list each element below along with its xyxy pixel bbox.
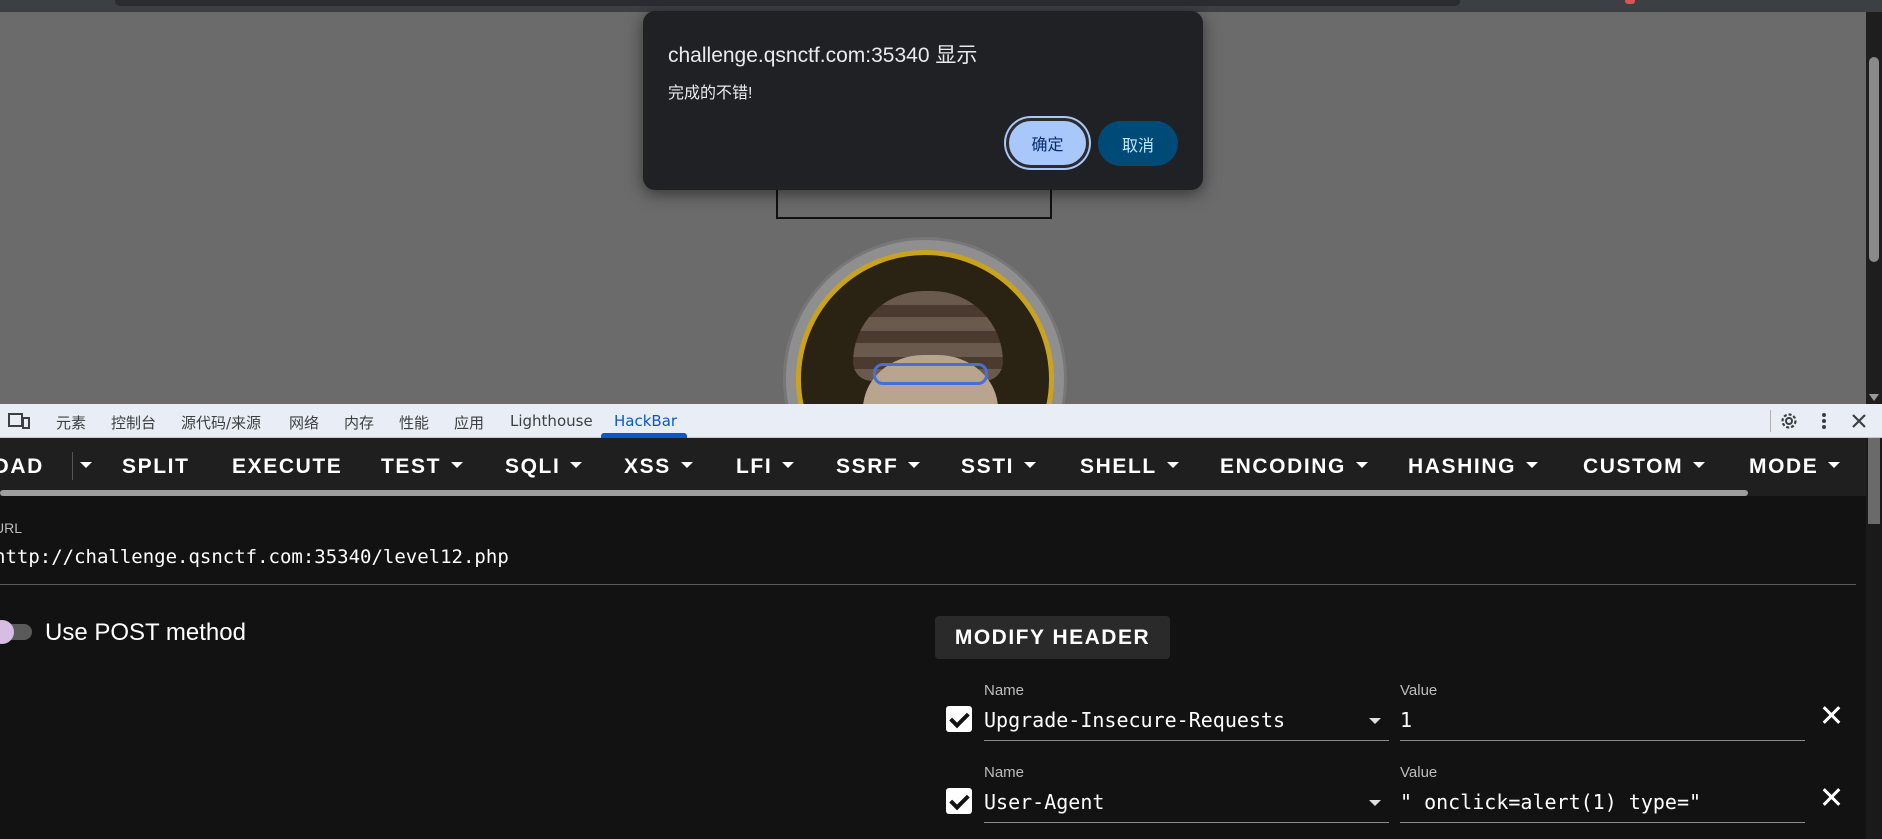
ssti-menu-button[interactable]: SSTI [961, 455, 1037, 479]
chevron-down-icon[interactable] [1369, 800, 1381, 806]
ok-button[interactable]: 确定 [1006, 118, 1089, 168]
chevron-down-icon [1526, 462, 1539, 469]
header-enabled-checkbox[interactable] [946, 788, 972, 814]
load-menu-button[interactable] [80, 455, 92, 479]
name-underline [984, 740, 1389, 741]
dialog-message: 完成的不错! [668, 85, 753, 102]
header-value-input[interactable]: 1 [1400, 708, 1412, 732]
post-method-toggle[interactable] [0, 620, 32, 644]
tab-elements[interactable]: 元素 [56, 412, 86, 433]
url-input-underline [0, 584, 1856, 585]
ssrf-menu-button[interactable]: SSRF [836, 455, 921, 479]
header-value-input[interactable]: " onclick=alert(1) type=" [1400, 790, 1701, 814]
toolbar-divider [72, 452, 73, 480]
page-viewport: challenge.qsnctf.com:35340 显示 完成的不错! 确定 … [0, 0, 1882, 404]
header-enabled-checkbox[interactable] [946, 706, 972, 732]
devtools-tabbar: 元素 控制台 源代码/来源 网络 内存 性能 应用 Lighthouse Hac… [0, 404, 1882, 438]
address-bar[interactable] [115, 0, 1460, 6]
scrollbar-thumb[interactable] [1868, 438, 1880, 524]
hashing-menu-button[interactable]: HASHING [1408, 455, 1539, 479]
scroll-down-icon[interactable] [1869, 394, 1879, 401]
alert-dialog: challenge.qsnctf.com:35340 显示 完成的不错! 确定 … [643, 11, 1203, 190]
scrollbar-thumb[interactable] [1869, 57, 1879, 262]
tab-hackbar[interactable]: HackBar [614, 412, 677, 430]
settings-gear-icon[interactable] [1779, 411, 1799, 431]
name-underline [984, 822, 1389, 823]
modify-header-button[interactable]: MODIFY HEADER [935, 616, 1170, 659]
lfi-menu-button[interactable]: LFI [736, 455, 795, 479]
more-options-icon[interactable] [1814, 411, 1834, 431]
chevron-down-icon [1024, 462, 1037, 469]
mode-menu-button[interactable]: MODE [1749, 455, 1841, 479]
url-label: URL [0, 520, 23, 536]
chevron-down-icon [1355, 462, 1368, 469]
avatar-image [783, 237, 1067, 404]
sqli-menu-button[interactable]: SQLI [505, 455, 583, 479]
url-input[interactable]: http://challenge.qsnctf.com:35340/level1… [0, 546, 509, 568]
extension-icon[interactable] [1625, 0, 1635, 4]
tab-sources[interactable]: 源代码/来源 [181, 412, 261, 433]
close-devtools-icon[interactable] [1849, 411, 1869, 431]
tab-application[interactable]: 应用 [454, 412, 484, 433]
chevron-down-icon [451, 462, 464, 469]
cancel-button[interactable]: 取消 [1098, 121, 1178, 166]
remove-header-icon[interactable] [1820, 786, 1842, 808]
header-name-input[interactable]: Upgrade-Insecure-Requests [984, 708, 1285, 732]
tab-memory[interactable]: 内存 [344, 412, 374, 433]
post-method-label: Use POST method [45, 619, 246, 646]
header-value-label: Value [1400, 764, 1438, 781]
toggle-knob[interactable] [0, 620, 14, 644]
xss-menu-button[interactable]: XSS [624, 455, 693, 479]
header-name-input[interactable]: User-Agent [984, 790, 1104, 814]
execute-button[interactable]: EXECUTE [232, 455, 342, 479]
dialog-title: challenge.qsnctf.com:35340 显示 [668, 44, 978, 67]
header-name-label: Name [984, 764, 1025, 781]
toolbar-horizontal-scrollbar[interactable] [0, 490, 1748, 496]
tabbar-divider [1770, 410, 1771, 432]
chevron-down-icon[interactable] [1369, 718, 1381, 724]
chevron-down-icon [1166, 462, 1179, 469]
hackbar-toolbar: LOAD SPLIT EXECUTE TEST SQLI XSS LFI SSR… [0, 438, 1882, 496]
device-toolbar-icon[interactable] [8, 413, 30, 429]
split-button[interactable]: SPLIT [122, 455, 190, 479]
remove-header-icon[interactable] [1820, 704, 1842, 726]
chevron-down-icon [570, 462, 583, 469]
test-menu-button[interactable]: TEST [381, 455, 464, 479]
tab-console[interactable]: 控制台 [111, 412, 156, 433]
shell-menu-button[interactable]: SHELL [1080, 455, 1179, 479]
value-underline [1400, 740, 1805, 741]
value-underline [1400, 822, 1805, 823]
encoding-menu-button[interactable]: ENCODING [1220, 455, 1368, 479]
chevron-down-icon [1693, 462, 1706, 469]
custom-menu-button[interactable]: CUSTOM [1583, 455, 1706, 479]
tab-lighthouse[interactable]: Lighthouse [510, 412, 593, 430]
devtools-panel: 元素 控制台 源代码/来源 网络 内存 性能 应用 Lighthouse Hac… [0, 404, 1882, 839]
chevron-down-icon [782, 462, 795, 469]
header-name-label: Name [984, 682, 1025, 699]
chevron-down-icon [80, 462, 92, 469]
tab-performance[interactable]: 性能 [399, 412, 429, 433]
tab-network[interactable]: 网络 [289, 412, 319, 433]
header-row: Name User-Agent Value " onclick=alert(1)… [0, 756, 1882, 823]
header-value-label: Value [1400, 682, 1438, 699]
header-row: Name Upgrade-Insecure-Requests Value 1 [0, 674, 1882, 741]
page-scrollbar[interactable] [1866, 12, 1882, 404]
chevron-down-icon [1828, 462, 1841, 469]
chevron-down-icon [680, 462, 693, 469]
load-button[interactable]: LOAD [0, 455, 44, 479]
chevron-down-icon [908, 462, 921, 469]
